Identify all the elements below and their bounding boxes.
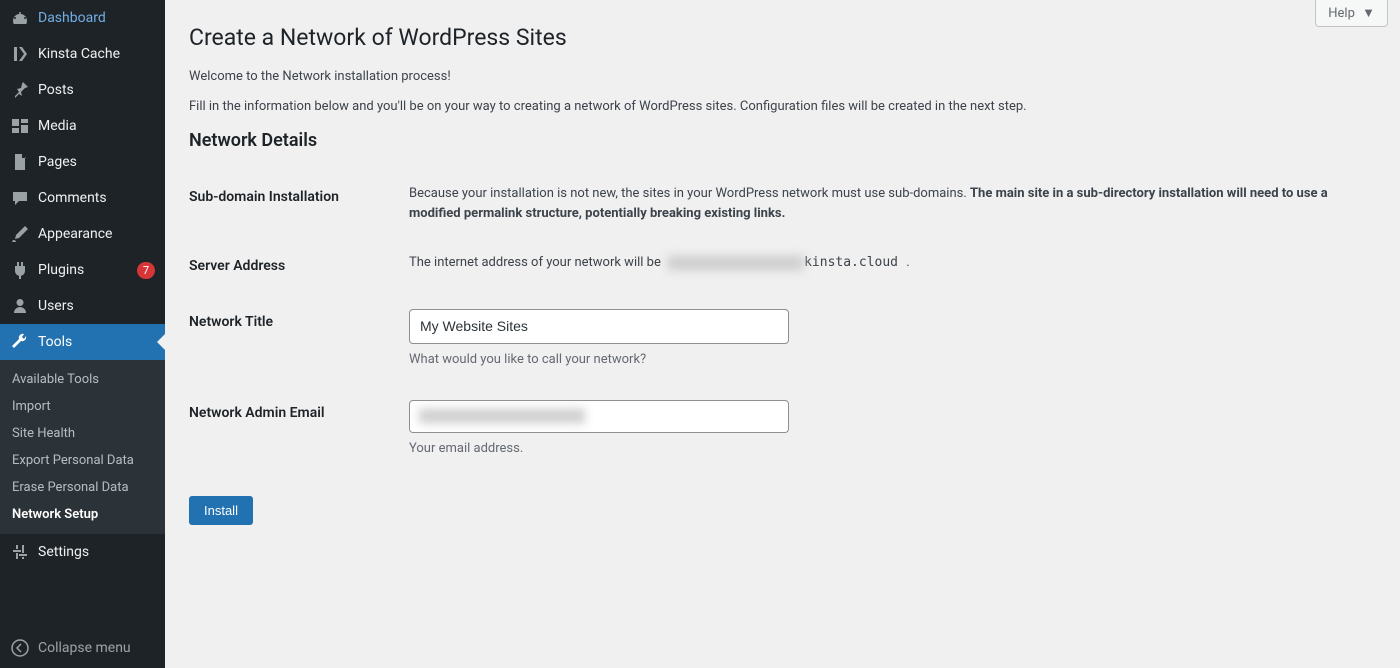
submenu-export-personal-data[interactable]: Export Personal Data <box>0 447 165 474</box>
collapse-label: Collapse menu <box>38 640 131 656</box>
network-form: Sub-domain Installation Because your ins… <box>189 169 1376 474</box>
kinsta-icon <box>10 44 30 64</box>
sidebar-label: Settings <box>38 544 155 560</box>
redacted-subdomain <box>669 256 804 270</box>
sidebar-label: Tools <box>38 334 155 350</box>
page-icon <box>10 152 30 172</box>
sidebar-item-settings[interactable]: Settings <box>0 534 165 570</box>
subdomain-description: Because your installation is not new, th… <box>409 169 1376 238</box>
server-address-value: The internet address of your network wil… <box>409 238 1376 294</box>
sidebar-item-appearance[interactable]: Appearance <box>0 216 165 252</box>
plug-icon <box>10 260 30 280</box>
sidebar-item-users[interactable]: Users <box>0 288 165 324</box>
comment-icon <box>10 188 30 208</box>
tools-submenu: Available Tools Import Site Health Expor… <box>0 360 165 534</box>
network-title-label: Network Title <box>189 294 409 385</box>
update-badge: 7 <box>137 262 155 279</box>
network-title-help: What would you like to call your network… <box>409 350 1366 370</box>
pin-icon <box>10 80 30 100</box>
wrench-icon <box>10 332 30 352</box>
submenu-site-health[interactable]: Site Health <box>0 420 165 447</box>
help-tab[interactable]: Help ▼ <box>1315 0 1388 27</box>
submenu-import[interactable]: Import <box>0 393 165 420</box>
admin-sidebar: Dashboard Kinsta Cache Posts Media Pages… <box>0 0 165 668</box>
network-title-input[interactable] <box>409 309 789 344</box>
sidebar-item-dashboard[interactable]: Dashboard <box>0 0 165 36</box>
sidebar-label: Pages <box>38 154 155 170</box>
dashboard-icon <box>10 8 30 28</box>
sidebar-item-media[interactable]: Media <box>0 108 165 144</box>
main-content: Help ▼ Create a Network of WordPress Sit… <box>165 0 1400 668</box>
page-title: Create a Network of WordPress Sites <box>189 24 1376 51</box>
welcome-text: Welcome to the Network installation proc… <box>189 67 1376 87</box>
sidebar-label: Dashboard <box>38 10 155 26</box>
sidebar-label: Comments <box>38 190 155 206</box>
chevron-down-icon: ▼ <box>1362 6 1375 21</box>
subdomain-label: Sub-domain Installation <box>189 169 409 238</box>
sidebar-item-plugins[interactable]: Plugins 7 <box>0 252 165 288</box>
sidebar-label: Media <box>38 118 155 134</box>
intro-text: Welcome to the Network installation proc… <box>189 67 1376 116</box>
collapse-icon <box>10 638 30 658</box>
settings-icon <box>10 542 30 562</box>
redacted-email <box>420 409 585 423</box>
section-title: Network Details <box>189 130 1376 151</box>
sidebar-item-comments[interactable]: Comments <box>0 180 165 216</box>
sidebar-label: Appearance <box>38 226 155 242</box>
sidebar-label: Plugins <box>38 262 131 278</box>
install-button[interactable]: Install <box>189 496 253 525</box>
brush-icon <box>10 224 30 244</box>
sidebar-item-tools[interactable]: Tools <box>0 324 165 360</box>
submenu-available-tools[interactable]: Available Tools <box>0 366 165 393</box>
submenu-network-setup[interactable]: Network Setup <box>0 501 165 528</box>
sidebar-label: Posts <box>38 82 155 98</box>
collapse-menu[interactable]: Collapse menu <box>0 628 165 668</box>
sidebar-label: Kinsta Cache <box>38 46 155 62</box>
sidebar-item-posts[interactable]: Posts <box>0 72 165 108</box>
admin-email-help: Your email address. <box>409 439 1366 459</box>
sidebar-label: Users <box>38 298 155 314</box>
sidebar-item-kinsta-cache[interactable]: Kinsta Cache <box>0 36 165 72</box>
submenu-erase-personal-data[interactable]: Erase Personal Data <box>0 474 165 501</box>
admin-email-label: Network Admin Email <box>189 385 409 474</box>
sidebar-item-pages[interactable]: Pages <box>0 144 165 180</box>
user-icon <box>10 296 30 316</box>
media-icon <box>10 116 30 136</box>
server-address-code: kinsta.cloud <box>664 252 903 273</box>
server-address-label: Server Address <box>189 238 409 294</box>
fill-text: Fill in the information below and you'll… <box>189 97 1376 117</box>
admin-email-input[interactable] <box>409 400 789 434</box>
